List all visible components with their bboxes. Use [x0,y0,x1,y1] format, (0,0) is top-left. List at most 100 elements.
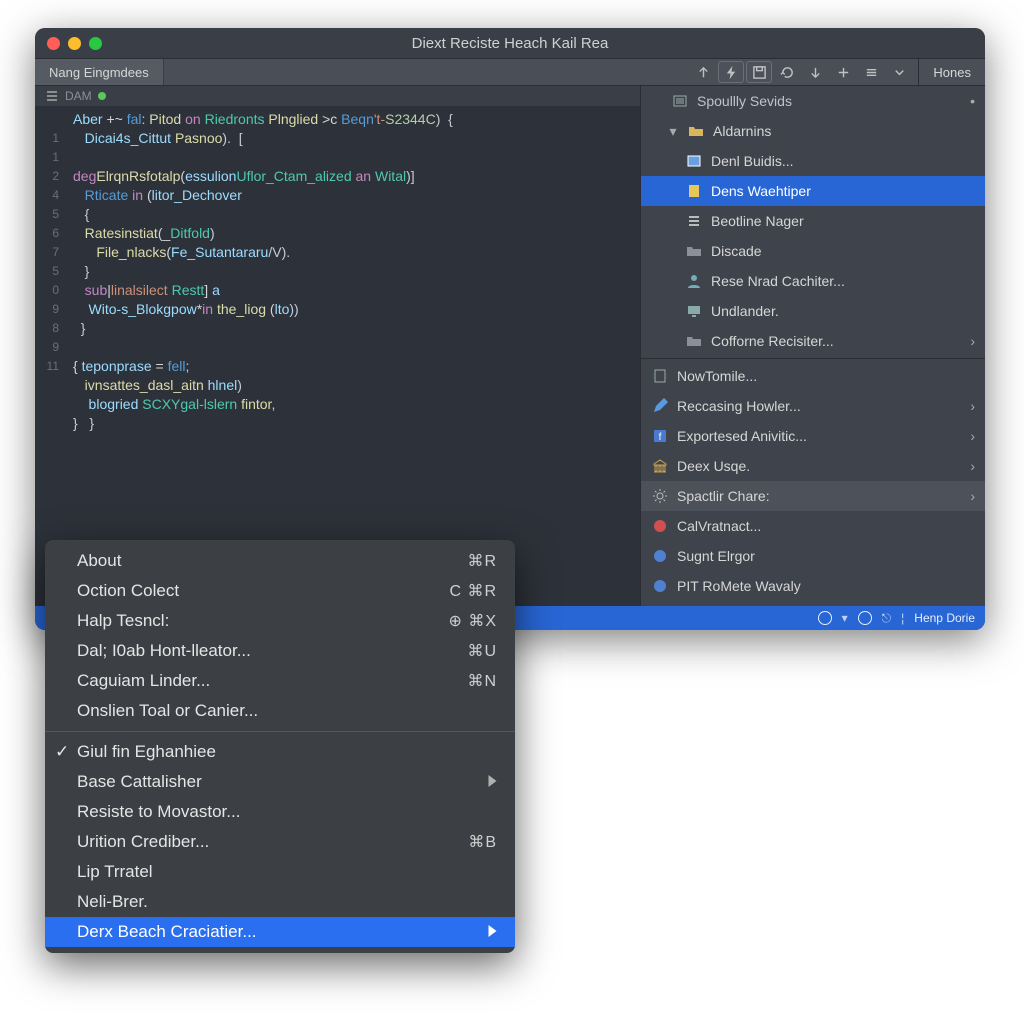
menu-resiste[interactable]: Resiste to Movastor... [45,797,515,827]
code-editor[interactable]: 11245675098911 Aber +~ fal: Pitod on Rie… [35,106,640,606]
list-icon [671,92,689,110]
menu-lip-trratel[interactable]: Lip Trratel [45,857,515,887]
side-panel: Spoullly Sevids•▾Aldarnins Denl Buidis...… [640,86,985,606]
item-discade[interactable]: Discade [641,236,985,266]
breadcrumb: DAM [35,86,640,106]
menu-label: Dal; I0ab Hont-lleator... [77,641,251,661]
row-label: NowTomile... [677,368,975,384]
window-icon [685,152,703,170]
row-label: Dens Waehtiper [711,183,975,199]
gear-icon [651,487,669,505]
menu-derx-beach[interactable]: Derx Beach Craciatier... [45,917,515,947]
window-title: Diext Reciste Heach Kail Rea [35,35,985,52]
row-label: Cofforne Recisiter... [711,333,962,349]
item-exportesed[interactable]: fExportesed Anivitic...› [641,421,985,451]
bolt-icon[interactable] [718,61,744,83]
blue-icon [651,577,669,595]
settings-icon[interactable] [858,61,884,83]
tree-aldarnins[interactable]: ▾Aldarnins [641,116,985,146]
menu-label: Oction Colect [77,581,179,601]
item-denl-buidis[interactable]: Denl Buidis... [641,146,985,176]
menu-label: Derx Beach Craciatier... [77,922,257,942]
row-label: Aldarnins [713,123,975,139]
menu-onslien[interactable]: Onslien Toal or Canier... [45,696,515,726]
status-right[interactable]: Henp Dorie [914,611,975,625]
menu-label: Caguiam Linder... [77,671,210,691]
status-icon[interactable] [858,611,872,625]
folder-icon [685,332,703,350]
menu-icon[interactable] [45,89,59,103]
menu-neli-brer[interactable]: Neli-Brer. [45,887,515,917]
row-label: Deex Usqe. [677,458,962,474]
item-reccasing[interactable]: Reccasing Howler...› [641,391,985,421]
refresh-icon[interactable] [774,61,800,83]
row-label: Rese Nrad Cachiter... [711,273,975,289]
row-label: Reccasing Howler... [677,398,962,414]
doc-icon [651,367,669,385]
bank-icon [651,457,669,475]
item-dens-waehtiper[interactable]: Dens Waehtiper [641,176,985,206]
menu-label: About [77,551,121,571]
plus-icon[interactable] [830,61,856,83]
row-label: Exportesed Anivitic... [677,428,962,444]
menu-dal-hont[interactable]: Dal; I0ab Hont-lleator...⌘U [45,636,515,666]
menu-base-cattalisher[interactable]: Base Cattalisher [45,767,515,797]
toolbar: Nang Eingmdees Hones [35,58,985,86]
monitor-icon [685,302,703,320]
item-spactlir[interactable]: Spactlir Chare:› [641,481,985,511]
row-label: Spoullly Sevids [697,93,962,109]
menu-halp-tesncl[interactable]: Halp Tesncl:⊕ ⌘X [45,606,515,636]
menu-urition[interactable]: Urition Crediber...⌘B [45,827,515,857]
toolbar-icons [690,61,912,83]
menu-about[interactable]: About⌘R [45,546,515,576]
menu-label: Resiste to Movastor... [77,802,240,822]
code-content[interactable]: Aber +~ fal: Pitod on Riedronts Plnglied… [65,106,640,606]
item-calvratnact[interactable]: CalVratnact... [641,511,985,541]
row-label: Undlander. [711,303,975,319]
menu-label: Onslien Toal or Canier... [77,701,258,721]
panel-spoullly[interactable]: Spoullly Sevids• [641,86,985,116]
red-icon [651,517,669,535]
editor-tab[interactable]: Nang Eingmdees [35,59,164,85]
row-label: Denl Buidis... [711,153,975,169]
row-label: Discade [711,243,975,259]
download-icon[interactable] [802,61,828,83]
menu-label: Halp Tesncl: [77,611,169,631]
folder-icon [685,242,703,260]
line-gutter: 11245675098911 [35,106,65,606]
item-pit-romete[interactable]: PIT RoMete Wavaly [641,571,985,601]
item-sugnt[interactable]: Sugnt Elrgor [641,541,985,571]
row-label: PIT RoMete Wavaly [677,578,975,594]
item-cofforne[interactable]: Cofforne Recisiter...› [641,326,985,356]
menu-giul[interactable]: ✓Giul fin Eghanhiee [45,737,515,767]
chevron-down-icon[interactable] [886,61,912,83]
status-icon[interactable] [818,611,832,625]
blue-icon [651,547,669,565]
item-undlander[interactable]: Undlander. [641,296,985,326]
menu-label: Urition Crediber... [77,832,209,852]
context-menu: About⌘ROction ColectC ⌘RHalp Tesncl:⊕ ⌘X… [45,540,515,953]
row-label: Sugnt Elrgor [677,548,975,564]
item-nowtomile[interactable]: NowTomile... [641,361,985,391]
menu-oction-colect[interactable]: Oction ColectC ⌘R [45,576,515,606]
save-icon[interactable] [746,61,772,83]
panel-tab[interactable]: Hones [918,59,985,85]
doc-yellow-icon [685,182,703,200]
folder-open-icon [687,122,705,140]
item-deex-usqe[interactable]: Deex Usqe.› [641,451,985,481]
row-label: CalVratnact... [677,518,975,534]
menu-caguiam[interactable]: Caguiam Linder...⌘N [45,666,515,696]
item-beotline-nager[interactable]: Beotline Nager [641,206,985,236]
lines-icon [685,212,703,230]
svg-text:f: f [659,432,662,443]
row-label: Beotline Nager [711,213,975,229]
menu-label: Giul fin Eghanhiee [77,742,216,762]
status-dot-icon [98,92,106,100]
titlebar: Diext Reciste Heach Kail Rea [35,28,985,58]
menu-label: Lip Trratel [77,862,153,882]
upload-icon[interactable] [690,61,716,83]
menu-label: Base Cattalisher [77,772,202,792]
fblue-icon: f [651,427,669,445]
item-rese-nrad[interactable]: Rese Nrad Cachiter... [641,266,985,296]
row-label: Spactlir Chare: [677,488,962,504]
